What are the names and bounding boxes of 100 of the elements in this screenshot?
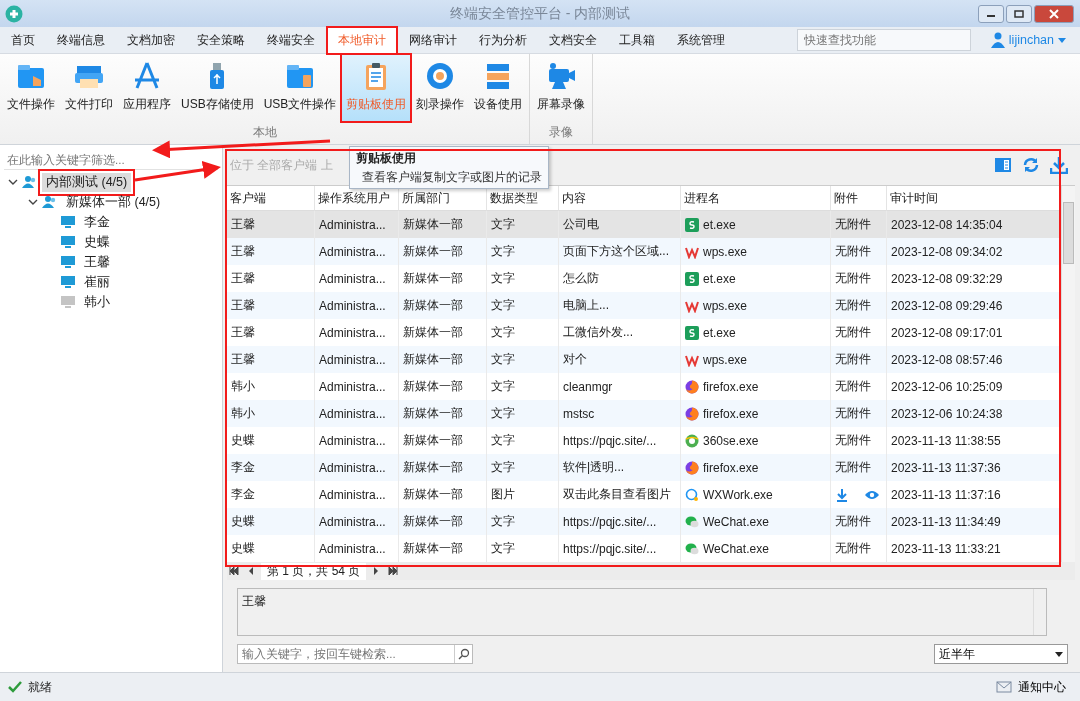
menu-tab[interactable]: 文档加密 <box>117 27 185 53</box>
notification-center-button[interactable]: 通知中心 <box>990 677 1072 697</box>
menu-tab[interactable]: 系统管理 <box>667 27 735 53</box>
app-logo-icon <box>5 4 23 23</box>
table-cell: https://pqjc.site/... <box>559 508 681 535</box>
filter-field[interactable]: 在此输入关键字筛选... <box>4 151 218 170</box>
table-cell: Administra... <box>315 292 399 319</box>
ribbon-button[interactable]: 刻录操作 <box>411 54 470 122</box>
menu-tab[interactable]: 工具箱 <box>609 27 665 53</box>
table-cell: 2023-11-13 11:34:49 <box>887 508 1061 535</box>
detail-box[interactable]: 王馨 <box>237 588 1047 636</box>
table-cell: 对个 <box>559 346 681 373</box>
menu-tab[interactable]: 终端信息 <box>47 27 115 53</box>
table-cell: Administra... <box>315 211 399 238</box>
table-cell: 新媒体一部 <box>399 238 487 265</box>
tooltip-title: 剪贴板使用 <box>356 150 417 167</box>
download-icon[interactable] <box>835 487 849 502</box>
table-cell: 页面下方这个区域... <box>559 238 681 265</box>
scrollbar[interactable] <box>1061 186 1075 562</box>
chat-icon <box>685 514 699 529</box>
last-page-button[interactable] <box>386 567 401 575</box>
download-icon[interactable] <box>1050 156 1068 174</box>
collapse-caret-icon[interactable] <box>8 177 18 187</box>
menu-tab[interactable]: 首页 <box>1 27 45 53</box>
tree-item[interactable]: 新媒体一部 (4/5) <box>62 192 165 212</box>
check-icon <box>8 681 22 693</box>
close-icon <box>1049 8 1059 19</box>
attachment-text: 无附件 <box>835 270 871 287</box>
process-name: wps.exe <box>703 244 748 259</box>
attachment-text: 无附件 <box>835 216 871 233</box>
close-button[interactable] <box>1034 4 1074 23</box>
search-icon <box>457 648 470 660</box>
table-cell: 软件|透明... <box>559 454 681 481</box>
tree-item[interactable]: 崔丽 <box>80 272 114 292</box>
table-cell: Administra... <box>315 454 399 481</box>
quick-search-field[interactable]: 快速查找功能 <box>796 29 971 51</box>
process-name: wps.exe <box>703 352 748 367</box>
ribbon-group-label: 本地 <box>252 124 277 141</box>
process-name: WeChat.exe <box>703 514 769 529</box>
table-cell: 文字 <box>487 238 559 265</box>
process-name: firefox.exe <box>703 379 759 394</box>
tree-item[interactable]: 王馨 <box>80 252 114 272</box>
menu-tab[interactable]: 文档安全 <box>539 27 607 53</box>
menu-tab[interactable]: 安全策略 <box>187 27 255 53</box>
process-name: et.exe <box>703 271 736 286</box>
status-text: 就绪 <box>28 678 52 696</box>
process-name: et.exe <box>703 325 736 340</box>
menu-tab[interactable]: 行为分析 <box>469 27 537 53</box>
browser-icon <box>685 406 699 421</box>
caret-icon <box>1058 37 1066 43</box>
table-cell: Administra... <box>315 508 399 535</box>
minimize-button[interactable] <box>978 4 1004 23</box>
table-cell: 文字 <box>487 508 559 535</box>
process-name: wps.exe <box>703 298 748 313</box>
tree-item[interactable]: 史蝶 <box>80 232 114 252</box>
table-cell: 史蝶 <box>227 508 315 535</box>
menu-tab[interactable]: 网络审计 <box>399 27 467 53</box>
ribbon-button[interactable]: 文件打印 <box>60 54 118 122</box>
attachment-text: 无附件 <box>835 540 871 557</box>
table-cell: 新媒体一部 <box>399 454 487 481</box>
process-name: 360se.exe <box>703 433 759 448</box>
first-page-button[interactable] <box>227 567 241 575</box>
ribbon-button[interactable]: 设备使用 <box>469 54 528 122</box>
table-cell: 王馨 <box>227 346 315 373</box>
tree-item[interactable]: 韩小 <box>80 292 114 312</box>
process-name: WeChat.exe <box>703 541 769 556</box>
table-cell: 2023-12-08 09:34:02 <box>887 238 1061 265</box>
table-cell: 文字 <box>487 346 559 373</box>
ribbon-button[interactable]: 应用程序 <box>118 54 176 122</box>
collapse-caret-icon[interactable] <box>28 197 38 207</box>
user-group-icon <box>22 175 38 189</box>
table-cell: 文字 <box>487 292 559 319</box>
attachment-text: 无附件 <box>835 324 871 341</box>
menu-tab[interactable]: 终端安全 <box>257 27 325 53</box>
table-cell: 新媒体一部 <box>399 211 487 238</box>
refresh-icon[interactable] <box>1022 156 1040 174</box>
period-dropdown[interactable]: 近半年 <box>934 644 1068 664</box>
menu-tab[interactable]: 本地审计 <box>327 27 397 53</box>
table-cell: 2023-12-06 10:24:38 <box>887 400 1061 427</box>
user-group-icon <box>42 195 58 209</box>
ribbon-button[interactable]: 文件操作 <box>2 54 60 122</box>
search-field[interactable]: 输入关键字，按回车键检索... <box>237 644 473 664</box>
spreadsheet-icon <box>685 217 699 232</box>
table-cell: 文字 <box>487 400 559 427</box>
ribbon-button[interactable]: USB存储使用 <box>176 54 259 122</box>
maximize-button[interactable] <box>1006 4 1032 23</box>
table-cell: 文字 <box>487 454 559 481</box>
table-cell: 文字 <box>487 211 559 238</box>
table-cell: Administra... <box>315 238 399 265</box>
attachment-text: 无附件 <box>835 243 871 260</box>
columns-icon[interactable] <box>994 156 1012 174</box>
search-button[interactable] <box>454 645 472 663</box>
table-cell: 2023-11-13 11:37:36 <box>887 454 1061 481</box>
ribbon-button[interactable]: USB文件操作 <box>258 54 342 122</box>
process-name: firefox.exe <box>703 406 759 421</box>
table-cell: 新媒体一部 <box>399 400 487 427</box>
ribbon-button[interactable]: 屏幕录像 <box>532 54 591 122</box>
spreadsheet-icon <box>685 325 699 340</box>
tree-item[interactable]: 李金 <box>80 212 114 232</box>
ribbon-group-label: 录像 <box>549 124 574 141</box>
